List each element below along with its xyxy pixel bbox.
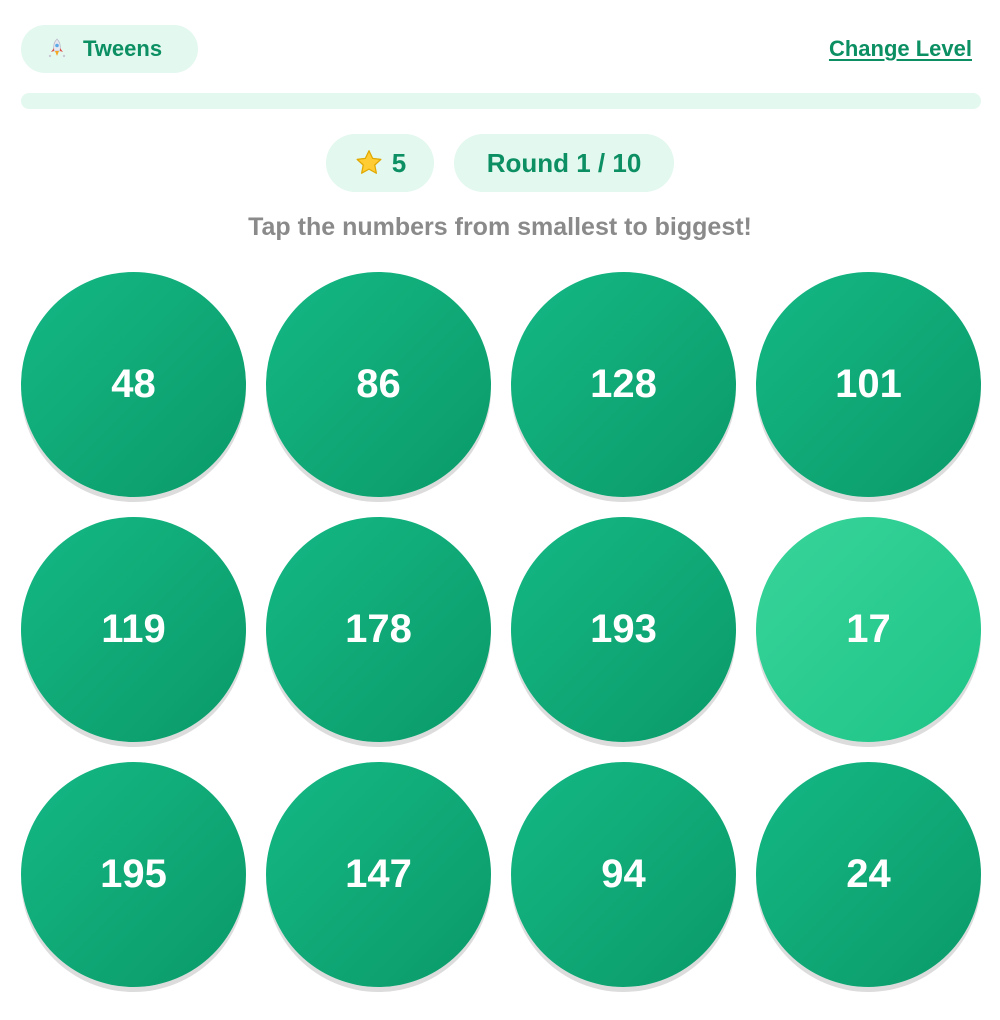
number-bubble[interactable]: 128 [511,272,736,497]
level-label: Tweens [83,36,163,61]
number-bubble[interactable]: 24 [756,762,981,987]
number-bubble[interactable]: 193 [511,517,736,742]
number-bubble[interactable]: 147 [266,762,491,987]
change-level-link[interactable]: Change Level [829,25,972,73]
stars-badge: 5 [326,134,434,192]
number-bubble[interactable]: 101 [756,272,981,497]
rocket-icon [45,37,69,61]
number-bubble[interactable]: 94 [511,762,736,987]
number-bubble[interactable]: 195 [21,762,246,987]
level-badge: Tweens [21,25,198,73]
number-bubble[interactable]: 119 [21,517,246,742]
stars-count: 5 [391,147,407,178]
stats-row: 5 Round 1 / 10 [0,134,1000,192]
round-badge: Round 1 / 10 [454,134,674,192]
top-bar: Tweens Change Level [21,25,972,73]
number-bubble[interactable]: 17 [756,517,981,742]
number-bubble[interactable]: 86 [266,272,491,497]
instruction-text: Tap the numbers from smallest to biggest… [248,213,752,241]
number-bubble[interactable]: 178 [266,517,491,742]
number-bubble[interactable]: 48 [21,272,246,497]
number-grid: 48 86 128 101 119 178 193 17 195 147 94 24 [21,272,981,987]
progress-bar [21,93,981,109]
star-icon [354,148,384,178]
